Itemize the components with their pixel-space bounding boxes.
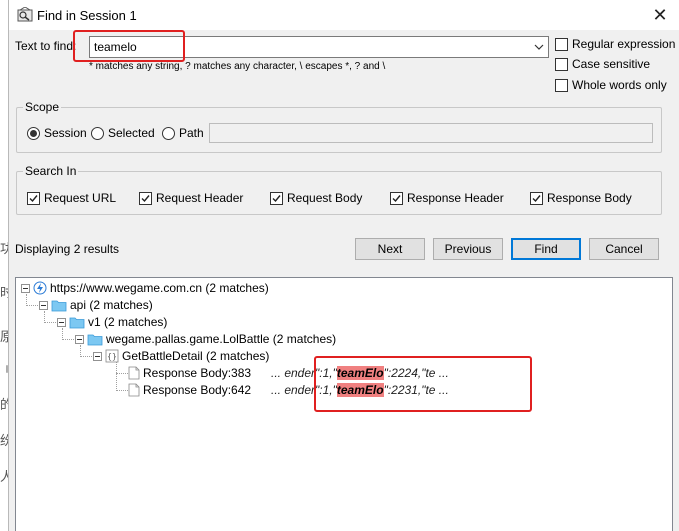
tree-result-item[interactable]: Response Body:383 [128, 365, 251, 381]
scope-session-option[interactable]: Session [27, 126, 87, 140]
result-snippet: ... ender":1,"teamElo":2224,"te ... [271, 366, 449, 380]
case-sensitive-option[interactable]: Case sensitive [555, 57, 650, 71]
document-icon [128, 383, 140, 397]
find-dialog: Find in Session 1 ✕ Text to find: * matc… [8, 0, 679, 531]
tree-node-host[interactable]: https://www.wegame.com.cn (2 matches) [21, 280, 269, 296]
whole-words-option[interactable]: Whole words only [555, 78, 667, 92]
tree-node-v1[interactable]: v1 (2 matches) [57, 314, 167, 330]
tree-node-api[interactable]: api (2 matches) [39, 297, 153, 313]
regex-label: Regular expression [572, 37, 676, 51]
background-char: 的 [0, 397, 8, 412]
whole-words-checkbox[interactable] [555, 78, 568, 92]
scope-path-input [209, 123, 653, 143]
scope-session-label: Session [44, 126, 87, 140]
tree-node-method[interactable]: {} GetBattleDetail (2 matches) [93, 348, 269, 364]
background-char: 纷 [0, 433, 8, 448]
response-header-checkbox[interactable] [390, 191, 403, 205]
v1-label: v1 (2 matches) [88, 315, 168, 329]
chevron-down-icon [534, 44, 544, 50]
host-label: https://www.wegame.com.cn (2 matches) [50, 281, 269, 295]
wildcard-hint: * matches any string, ? matches any char… [89, 61, 386, 72]
scope-selected-label: Selected [108, 126, 155, 140]
response-header-label: Response Header [407, 191, 504, 205]
collapse-toggle[interactable] [21, 283, 30, 293]
tree-node-service[interactable]: wegame.pallas.game.LolBattle (2 matches) [75, 331, 336, 347]
request-body-checkbox[interactable] [270, 191, 283, 205]
response-body-label: Response Body [547, 191, 632, 205]
scope-session-radio[interactable] [27, 126, 40, 140]
request-header-label: Request Header [156, 191, 244, 205]
app-icon [17, 7, 33, 22]
request-body-label: Request Body [287, 191, 363, 205]
title-bar: Find in Session 1 ✕ [9, 0, 679, 30]
regex-checkbox[interactable] [555, 37, 568, 51]
find-text-input[interactable] [89, 36, 549, 58]
match-highlight: teamElo [336, 383, 384, 397]
background-char: 刂 [0, 363, 8, 378]
close-icon: ✕ [652, 4, 668, 25]
background-app-strip: 功 时 原 刂 的 纷 人 [0, 0, 8, 531]
search-request-url-option[interactable]: Request URL [27, 191, 116, 205]
scope-selected-radio[interactable] [91, 126, 104, 140]
text-to-find-label: Text to find: [15, 39, 77, 53]
service-label: wegame.pallas.game.LolBattle (2 matches) [106, 332, 337, 346]
document-icon [128, 366, 140, 380]
scope-path-radio[interactable] [162, 126, 175, 140]
whole-words-label: Whole words only [572, 78, 667, 92]
request-url-checkbox[interactable] [27, 191, 40, 205]
request-url-label: Request URL [44, 191, 117, 205]
match-highlight: teamElo [336, 366, 384, 380]
result-label: Response Body:642 [143, 383, 252, 397]
lightning-icon [33, 281, 47, 295]
api-label: api (2 matches) [70, 298, 153, 312]
search-request-body-option[interactable]: Request Body [270, 191, 362, 205]
window-title: Find in Session 1 [37, 8, 137, 23]
background-char: 原 [0, 329, 8, 344]
close-button[interactable]: ✕ [640, 0, 679, 30]
folder-icon [87, 334, 103, 345]
checkmark-icon [141, 194, 150, 202]
response-body-checkbox[interactable] [530, 191, 543, 205]
collapse-toggle[interactable] [93, 351, 102, 361]
checkmark-icon [532, 194, 541, 202]
regex-option[interactable]: Regular expression [555, 37, 675, 51]
svg-text:{}: {} [107, 352, 117, 361]
find-button[interactable]: Find [511, 238, 581, 260]
scope-selected-option[interactable]: Selected [91, 126, 155, 140]
scope-path-label: Path [179, 126, 204, 140]
results-tree[interactable]: https://www.wegame.com.cn (2 matches) ap… [15, 277, 673, 531]
collapse-toggle[interactable] [39, 300, 48, 310]
collapse-toggle[interactable] [75, 334, 84, 344]
checkmark-icon [272, 194, 281, 202]
background-char: 功 [0, 241, 8, 256]
folder-icon [69, 317, 85, 328]
next-button[interactable]: Next [355, 238, 425, 260]
folder-icon [51, 300, 67, 311]
previous-button[interactable]: Previous [433, 238, 503, 260]
tree-result-item[interactable]: Response Body:642 [128, 382, 251, 398]
case-sensitive-checkbox[interactable] [555, 57, 568, 71]
search-response-header-option[interactable]: Response Header [390, 191, 504, 205]
search-response-body-option[interactable]: Response Body [530, 191, 632, 205]
results-status: Displaying 2 results [15, 242, 120, 256]
scope-path-option[interactable]: Path [162, 126, 204, 140]
case-sensitive-label: Case sensitive [572, 57, 651, 71]
json-brace-icon: {} [105, 349, 119, 363]
result-snippet: ... ender":1,"teamElo":2231,"te ... [271, 383, 449, 397]
checkmark-icon [392, 194, 401, 202]
background-char: 时 [0, 285, 8, 300]
scope-title: Scope [23, 100, 62, 114]
collapse-toggle[interactable] [57, 317, 66, 327]
result-label: Response Body:383 [143, 366, 252, 380]
method-label: GetBattleDetail (2 matches) [122, 349, 270, 363]
find-history-dropdown[interactable] [530, 37, 548, 57]
request-header-checkbox[interactable] [139, 191, 152, 205]
cancel-button[interactable]: Cancel [589, 238, 659, 260]
background-char: 人 [0, 469, 8, 484]
search-request-header-option[interactable]: Request Header [139, 191, 243, 205]
checkmark-icon [29, 194, 38, 202]
search-in-title: Search In [23, 164, 79, 178]
